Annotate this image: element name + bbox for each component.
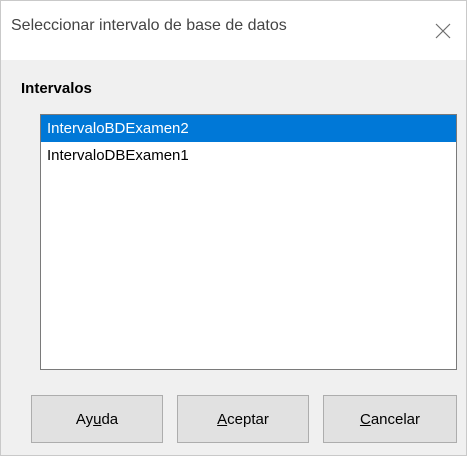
ok-button-label-post: ceptar — [227, 410, 269, 428]
list-item-label: IntervaloBDExamen2 — [47, 120, 189, 137]
list-item[interactable]: IntervaloDBExamen1 — [41, 142, 456, 169]
dialog-title: Seleccionar intervalo de base de datos — [11, 17, 287, 34]
cancel-button-label-post: ancelar — [370, 410, 421, 428]
ranges-listbox[interactable]: IntervaloBDExamen2 IntervaloDBExamen1 — [40, 114, 457, 370]
help-button-label-pre: Ay — [75, 410, 94, 428]
list-item[interactable]: IntervaloBDExamen2 — [41, 115, 456, 142]
ranges-label: Intervalos — [21, 80, 92, 97]
help-button-mnemonic: u — [93, 410, 102, 428]
close-button[interactable] — [420, 1, 466, 60]
cancel-button[interactable]: Cancelar — [323, 395, 457, 443]
cancel-button-mnemonic: C — [359, 410, 371, 428]
help-button[interactable]: Ay u da — [31, 395, 163, 443]
title-bar: Seleccionar intervalo de base de datos — [1, 1, 466, 60]
ok-button[interactable]: Aceptar — [177, 395, 309, 443]
select-database-range-dialog: Seleccionar intervalo de base de datos I… — [0, 0, 467, 456]
help-button-label-post: da — [101, 410, 119, 428]
close-icon — [435, 23, 451, 38]
ok-button-mnemonic: A — [217, 410, 228, 428]
list-item-label: IntervaloDBExamen1 — [47, 147, 189, 164]
